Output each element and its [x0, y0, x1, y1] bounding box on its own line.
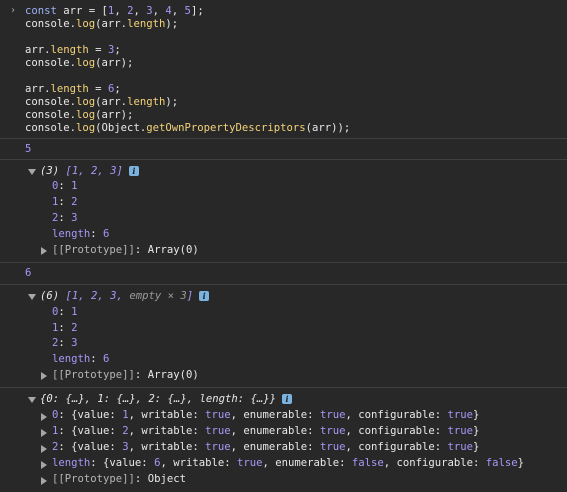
- descriptor-label: value:: [77, 441, 123, 453]
- code-line-1: const arr = [1, 2, 3, 4, 5];: [25, 5, 204, 17]
- info-icon[interactable]: i: [199, 291, 210, 301]
- descriptor-label: value:: [77, 409, 123, 421]
- array-entry: 2: 3: [52, 212, 78, 224]
- divider: [0, 387, 567, 388]
- expand-triangle-right-icon[interactable]: [41, 477, 47, 485]
- descriptor-enumerable: false: [351, 457, 384, 469]
- array-entry: 2: 3: [52, 337, 78, 349]
- prototype-entry[interactable]: [[Prototype]]: Object: [52, 473, 186, 486]
- code-line-7: console.log(arr);: [25, 109, 134, 121]
- descriptor-label: , enumerable:: [230, 409, 320, 421]
- descriptor-label: value:: [109, 457, 155, 469]
- descriptor-label: value:: [77, 425, 123, 437]
- descriptor-writable: true: [205, 409, 231, 421]
- expand-triangle-right-icon[interactable]: [41, 461, 47, 469]
- array-entry: 0: 1: [52, 306, 78, 318]
- log-output-number: 6: [25, 267, 32, 279]
- descriptor-label: , writable:: [160, 457, 238, 469]
- descriptor-label: , configurable:: [383, 457, 486, 469]
- expand-triangle-down-icon[interactable]: [28, 169, 36, 175]
- descriptor-configurable: true: [447, 441, 474, 453]
- prompt-chevron-icon: ›: [10, 5, 17, 16]
- descriptor-enumerable: true: [319, 441, 346, 453]
- descriptor-label: , configurable:: [345, 441, 448, 453]
- descriptor-label: , writable:: [128, 441, 206, 453]
- punct: }: [473, 425, 480, 437]
- descriptor-enumerable: true: [319, 409, 346, 421]
- punct: }: [517, 457, 525, 469]
- array-length: length: 6: [52, 228, 110, 240]
- punct: : {: [58, 409, 78, 421]
- descriptor-enumerable: true: [319, 425, 346, 437]
- descriptor-writable: true: [237, 457, 263, 469]
- descriptor-key: length: [52, 457, 91, 469]
- punct: }: [473, 441, 480, 453]
- expand-triangle-right-icon[interactable]: [41, 445, 47, 453]
- divider: [0, 159, 567, 160]
- descriptor-row[interactable]: 0: {value: 1, writable: true, enumerable…: [52, 409, 479, 422]
- expand-triangle-right-icon[interactable]: [41, 372, 47, 380]
- code-line-3: arr.length = 3;: [25, 44, 121, 56]
- descriptor-label: , configurable:: [345, 425, 448, 437]
- array-entry: 1: 2: [52, 196, 78, 208]
- descriptor-configurable: true: [447, 425, 474, 437]
- array-header[interactable]: (6) [1, 2, 3, empty × 3] i: [40, 290, 210, 303]
- descriptor-writable: true: [205, 425, 231, 437]
- expand-triangle-right-icon[interactable]: [41, 247, 47, 255]
- descriptor-row[interactable]: length: {value: 6, writable: true, enume…: [52, 457, 524, 470]
- descriptor-row[interactable]: 1: {value: 2, writable: true, enumerable…: [52, 425, 479, 438]
- devtools-console: › const arr = [1, 2, 3, 4, 5]; console.l…: [0, 0, 567, 492]
- code-line-2: console.log(arr.length);: [25, 18, 179, 30]
- array-length: length: 6: [52, 353, 110, 365]
- code-line-8: console.log(Object.getOwnPropertyDescrip…: [25, 122, 351, 134]
- descriptor-label: , enumerable:: [230, 441, 320, 453]
- array-entry: 0: 1: [52, 180, 78, 192]
- expand-triangle-down-icon[interactable]: [28, 397, 36, 403]
- prototype-entry[interactable]: [[Prototype]]: Array(0): [52, 244, 199, 257]
- descriptor-configurable: false: [485, 457, 518, 469]
- descriptor-label: , configurable:: [345, 409, 448, 421]
- log-output-number: 5: [25, 143, 32, 155]
- expand-triangle-right-icon[interactable]: [41, 413, 47, 421]
- divider: [0, 284, 567, 285]
- descriptor-label: , enumerable:: [230, 425, 320, 437]
- divider: [0, 138, 567, 139]
- object-header[interactable]: {0: {…}, 1: {…}, 2: {…}, length: {…}} i: [40, 393, 292, 406]
- prototype-entry[interactable]: [[Prototype]]: Array(0): [52, 369, 199, 382]
- expand-triangle-down-icon[interactable]: [28, 294, 36, 300]
- array-header[interactable]: (3) [1, 2, 3] i: [40, 165, 139, 178]
- descriptor-label: , writable:: [128, 425, 206, 437]
- punct: }: [473, 409, 480, 421]
- descriptor-configurable: true: [447, 409, 474, 421]
- code-line-4: console.log(arr);: [25, 57, 134, 69]
- descriptor-label: , writable:: [128, 409, 206, 421]
- divider: [0, 262, 567, 263]
- info-icon[interactable]: i: [128, 166, 139, 176]
- array-entry: 1: 2: [52, 322, 78, 334]
- info-icon[interactable]: i: [282, 394, 292, 404]
- code-line-6: console.log(arr.length);: [25, 96, 179, 108]
- code-line-5: arr.length = 6;: [25, 83, 121, 95]
- punct: : {: [58, 441, 78, 453]
- descriptor-label: , enumerable:: [262, 457, 352, 469]
- punct: : {: [90, 457, 110, 469]
- descriptor-row[interactable]: 2: {value: 3, writable: true, enumerable…: [52, 441, 479, 454]
- expand-triangle-right-icon[interactable]: [41, 429, 47, 437]
- descriptor-writable: true: [205, 441, 231, 453]
- punct: : {: [58, 425, 78, 437]
